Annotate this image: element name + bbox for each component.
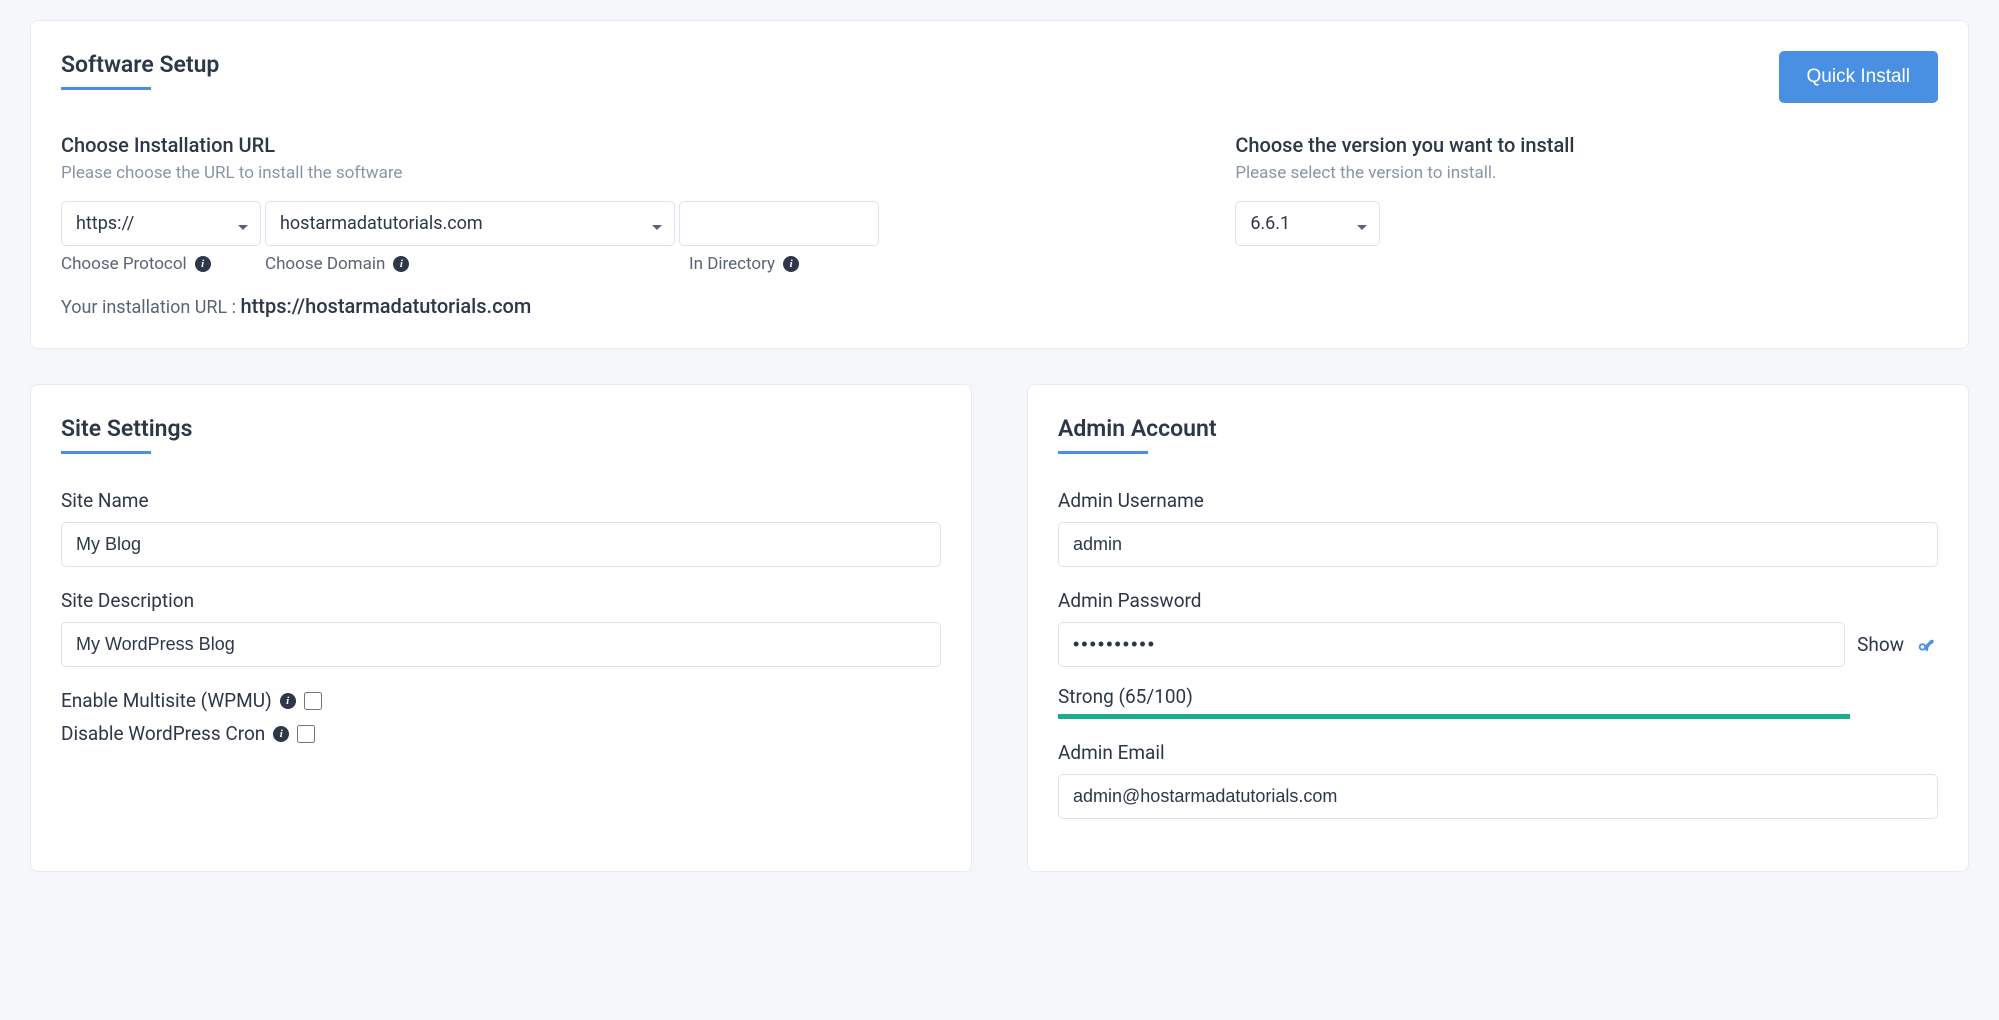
url-input-row: https:// hostarmadatutorials.com xyxy=(61,201,1185,246)
site-desc-label: Site Description xyxy=(61,589,941,612)
admin-username-group: Admin Username xyxy=(1058,489,1938,567)
site-settings-card: Site Settings Site Name Site Description… xyxy=(30,384,972,872)
info-icon[interactable]: i xyxy=(280,693,296,709)
key-icon[interactable] xyxy=(1916,634,1938,656)
setup-row: Choose Installation URL Please choose th… xyxy=(61,133,1938,318)
admin-account-card: Admin Account Admin Username Admin Passw… xyxy=(1027,384,1969,872)
info-icon[interactable]: i xyxy=(783,256,799,272)
site-settings-title: Site Settings xyxy=(61,415,941,454)
domain-select-wrap: hostarmadatutorials.com xyxy=(265,201,675,246)
show-password-link[interactable]: Show xyxy=(1857,633,1904,656)
installation-url-display: Your installation URL : https://hostarma… xyxy=(61,294,1185,318)
site-name-label: Site Name xyxy=(61,489,941,512)
protocol-sublabel: Choose Protocol i xyxy=(61,254,261,274)
directory-sublabel-text: In Directory xyxy=(689,254,775,274)
directory-input[interactable] xyxy=(679,201,879,246)
multisite-row: Enable Multisite (WPMU) i xyxy=(61,689,941,712)
version-sublabel: Please select the version to install. xyxy=(1235,163,1938,183)
url-display-value: https://hostarmadatutorials.com xyxy=(241,294,532,318)
multisite-label: Enable Multisite (WPMU) xyxy=(61,689,272,712)
admin-password-input[interactable] xyxy=(1058,622,1845,667)
settings-row: Site Settings Site Name Site Description… xyxy=(30,384,1969,907)
site-name-input[interactable] xyxy=(61,522,941,567)
version-select-wrap: 6.6.1 xyxy=(1235,201,1380,246)
domain-sublabel: Choose Domain i xyxy=(265,254,675,274)
admin-username-label: Admin Username xyxy=(1058,489,1938,512)
url-sublabel-row: Choose Protocol i Choose Domain i In Dir… xyxy=(61,254,1185,274)
cron-label: Disable WordPress Cron xyxy=(61,722,265,745)
version-select[interactable]: 6.6.1 xyxy=(1235,201,1380,246)
site-desc-group: Site Description xyxy=(61,589,941,667)
software-setup-header: Software Setup Quick Install xyxy=(61,51,1938,103)
url-label: Choose Installation URL xyxy=(61,133,1185,157)
version-label: Choose the version you want to install xyxy=(1235,133,1938,157)
protocol-select[interactable]: https:// xyxy=(61,201,261,246)
software-setup-title: Software Setup xyxy=(61,51,219,90)
directory-sublabel: In Directory i xyxy=(679,254,879,274)
software-setup-card: Software Setup Quick Install Choose Inst… xyxy=(30,20,1969,349)
site-name-group: Site Name xyxy=(61,489,941,567)
admin-email-group: Admin Email xyxy=(1058,741,1938,819)
admin-email-input[interactable] xyxy=(1058,774,1938,819)
url-display-prefix: Your installation URL : xyxy=(61,297,241,318)
url-sublabel: Please choose the URL to install the sof… xyxy=(61,163,1185,183)
admin-password-group: Admin Password Show Strong (65/100) xyxy=(1058,589,1938,719)
password-strength-label: Strong (65/100) xyxy=(1058,685,1938,708)
admin-account-title: Admin Account xyxy=(1058,415,1938,454)
admin-email-label: Admin Email xyxy=(1058,741,1938,764)
protocol-sublabel-text: Choose Protocol xyxy=(61,254,187,274)
cron-row: Disable WordPress Cron i xyxy=(61,722,941,745)
site-desc-input[interactable] xyxy=(61,622,941,667)
url-column: Choose Installation URL Please choose th… xyxy=(61,133,1185,318)
password-row: Show xyxy=(1058,622,1938,667)
version-column: Choose the version you want to install P… xyxy=(1235,133,1938,318)
admin-username-input[interactable] xyxy=(1058,522,1938,567)
info-icon[interactable]: i xyxy=(393,256,409,272)
info-icon[interactable]: i xyxy=(195,256,211,272)
info-icon[interactable]: i xyxy=(273,726,289,742)
multisite-checkbox[interactable] xyxy=(304,692,322,710)
protocol-select-wrap: https:// xyxy=(61,201,261,246)
domain-sublabel-text: Choose Domain xyxy=(265,254,385,274)
cron-checkbox[interactable] xyxy=(297,725,315,743)
quick-install-button[interactable]: Quick Install xyxy=(1779,51,1938,103)
admin-password-label: Admin Password xyxy=(1058,589,1938,612)
domain-select[interactable]: hostarmadatutorials.com xyxy=(265,201,675,246)
password-strength-bar xyxy=(1058,714,1850,719)
